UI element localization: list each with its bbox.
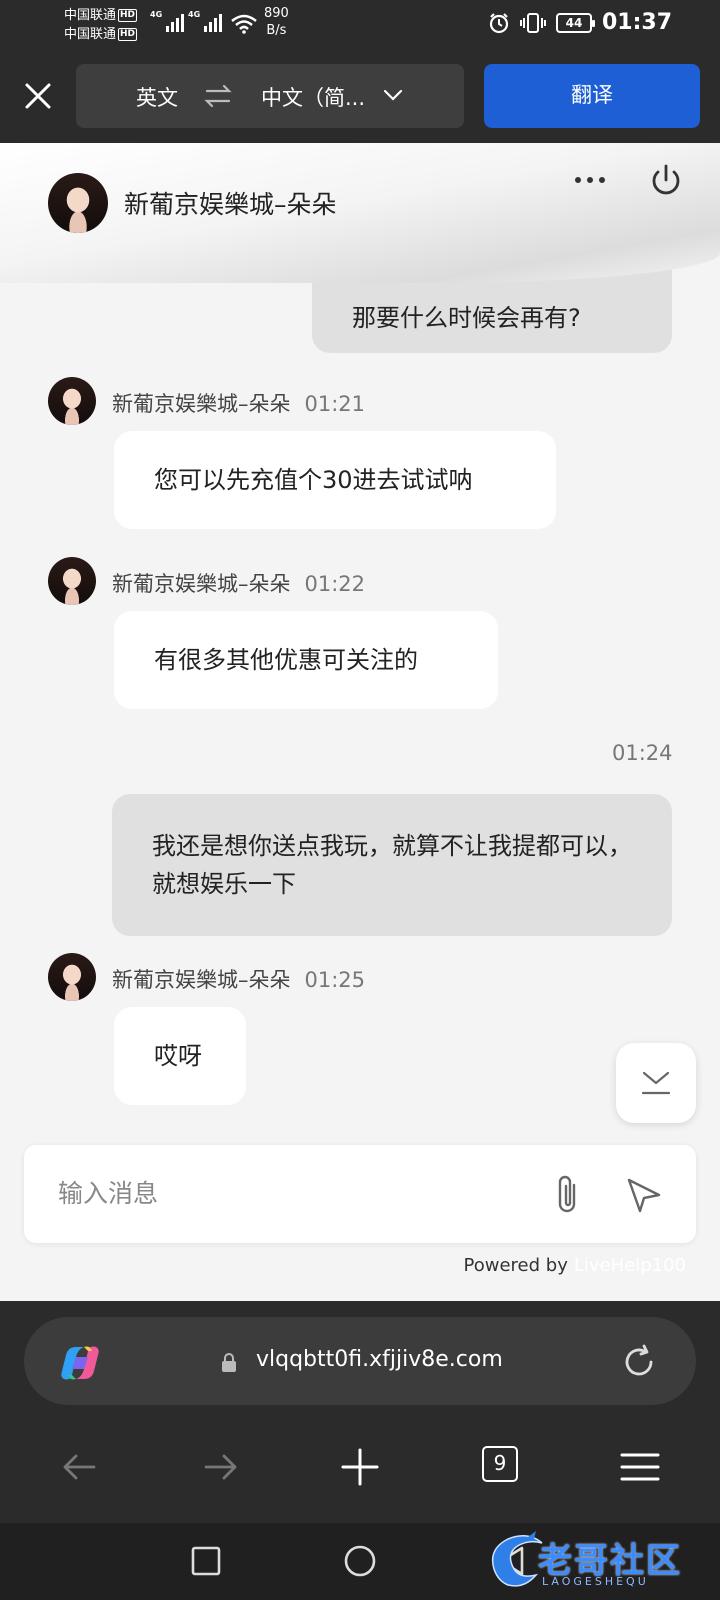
message-text: 您可以先充值个30进去试试呐 (154, 466, 473, 494)
carrier-info: 中国联通 HD 中国联通 HD (64, 6, 138, 44)
send-icon[interactable] (624, 1175, 664, 1215)
sender-name: 新葡京娱樂城–朵朵 (112, 968, 291, 992)
target-language[interactable]: 中文（简... (261, 82, 365, 112)
carrier-1: 中国联通 (64, 8, 117, 23)
message-time: 01:21 (304, 392, 366, 416)
chevron-down-icon[interactable] (382, 84, 404, 106)
new-tab-plus-icon[interactable] (338, 1445, 382, 1489)
tabs-button[interactable]: 9 (482, 1446, 518, 1482)
message-meta: 新葡京娱樂城–朵朵 01:25 (112, 964, 365, 994)
address-bar[interactable]: vlqqbtt0fi.xfjjiv8e.com (24, 1317, 696, 1405)
net-type-label: 4G (150, 10, 163, 19)
vibrate-icon (519, 12, 546, 33)
message-text: 有很多其他优惠可关注的 (154, 646, 418, 674)
agent-avatar (48, 557, 96, 605)
battery-indicator: 44 (555, 12, 595, 33)
scroll-to-bottom-button[interactable] (616, 1043, 696, 1123)
watermark-subtext: LAOGESHEQU (542, 1575, 649, 1588)
sender-name: 新葡京娱樂城–朵朵 (112, 392, 291, 416)
alarm-icon (489, 12, 509, 33)
user-message-bubble: 我还是想你送点我玩，就算不让我提都可以，就想娱乐一下 (112, 794, 672, 936)
agent-message-bubble: 哎呀 (114, 1007, 246, 1105)
message-text: 我还是想你送点我玩，就算不让我提都可以，就想娱乐一下 (152, 832, 632, 898)
message-input[interactable] (58, 1173, 498, 1213)
recent-apps-icon[interactable] (188, 1543, 224, 1579)
hd-badge: HD (118, 9, 138, 22)
status-bar: 中国联通 HD 中国联通 HD 4G 4G 890 B/s 44 01:37 (0, 0, 720, 50)
back-arrow-icon[interactable] (58, 1445, 102, 1489)
hd-badge: HD (118, 28, 138, 41)
close-icon[interactable] (20, 78, 56, 114)
sender-name: 新葡京娱樂城–朵朵 (112, 572, 291, 596)
agent-avatar (48, 953, 96, 1001)
agent-avatar (48, 173, 108, 233)
swap-languages-icon[interactable] (204, 82, 232, 110)
translate-button[interactable]: 翻译 (484, 64, 700, 128)
browser-toolbar: vlqqbtt0fi.xfjjiv8e.com 9 (0, 1301, 720, 1523)
message-time: 01:22 (304, 572, 366, 596)
agent-message-bubble: 有很多其他优惠可关注的 (114, 611, 498, 709)
chat-window: 新葡京娱樂城–朵朵 那要什么时候会再有? 新葡京娱樂城–朵朵 01:21 您可以先… (0, 143, 720, 1301)
message-meta: 新葡京娱樂城–朵朵 01:21 (112, 388, 365, 418)
net-speed-value: 890 (264, 6, 289, 21)
more-options-icon[interactable] (572, 171, 608, 189)
home-icon[interactable] (342, 1543, 378, 1579)
translate-bar: 英文 中文（简... 翻译 (0, 50, 720, 143)
message-time: 01:25 (304, 968, 366, 992)
message-composer (24, 1145, 696, 1243)
system-navigation-bar: 老哥社区 LAOGESHEQU (0, 1523, 720, 1600)
power-icon[interactable] (648, 163, 684, 199)
reload-icon[interactable] (620, 1343, 658, 1381)
signal-icon: 4G (150, 10, 186, 38)
carrier-2: 中国联通 (64, 27, 117, 42)
forward-arrow-icon[interactable] (198, 1445, 242, 1489)
language-selector[interactable]: 英文 中文（简... (76, 64, 464, 128)
signal-icon: 4G (188, 10, 224, 38)
chat-header: 新葡京娱樂城–朵朵 (0, 143, 720, 283)
agent-avatar (48, 377, 96, 425)
copilot-icon[interactable] (58, 1341, 102, 1385)
powered-by: Powered by LiveHelp100 (464, 1255, 686, 1276)
menu-icon[interactable] (618, 1445, 662, 1489)
net-speed: 890 B/s (264, 5, 289, 39)
browser-nav-row: 9 (0, 1421, 720, 1521)
status-right: 44 01:37 (488, 10, 672, 35)
powered-by-brand[interactable]: LiveHelp100 (574, 1255, 686, 1276)
status-clock: 01:37 (601, 10, 672, 35)
net-type-label: 4G (188, 10, 201, 19)
wifi-icon (231, 14, 257, 34)
watermark-logo: 老哥社区 LAOGESHEQU (484, 1523, 720, 1600)
scroll-down-icon (641, 1071, 671, 1095)
message-text: 哎呀 (154, 1042, 202, 1070)
paperclip-icon[interactable] (548, 1173, 588, 1217)
message-meta: 新葡京娱樂城–朵朵 01:22 (112, 568, 365, 598)
lock-icon (222, 1353, 236, 1372)
agent-name: 新葡京娱樂城–朵朵 (124, 190, 337, 219)
url-text[interactable]: vlqqbtt0fi.xfjjiv8e.com (256, 1347, 503, 1372)
net-speed-unit: B/s (266, 23, 287, 38)
powered-by-label: Powered by (463, 1255, 568, 1276)
agent-message-bubble: 您可以先充值个30进去试试呐 (114, 431, 556, 529)
message-time: 01:24 (612, 741, 673, 765)
source-language[interactable]: 英文 (136, 82, 178, 112)
